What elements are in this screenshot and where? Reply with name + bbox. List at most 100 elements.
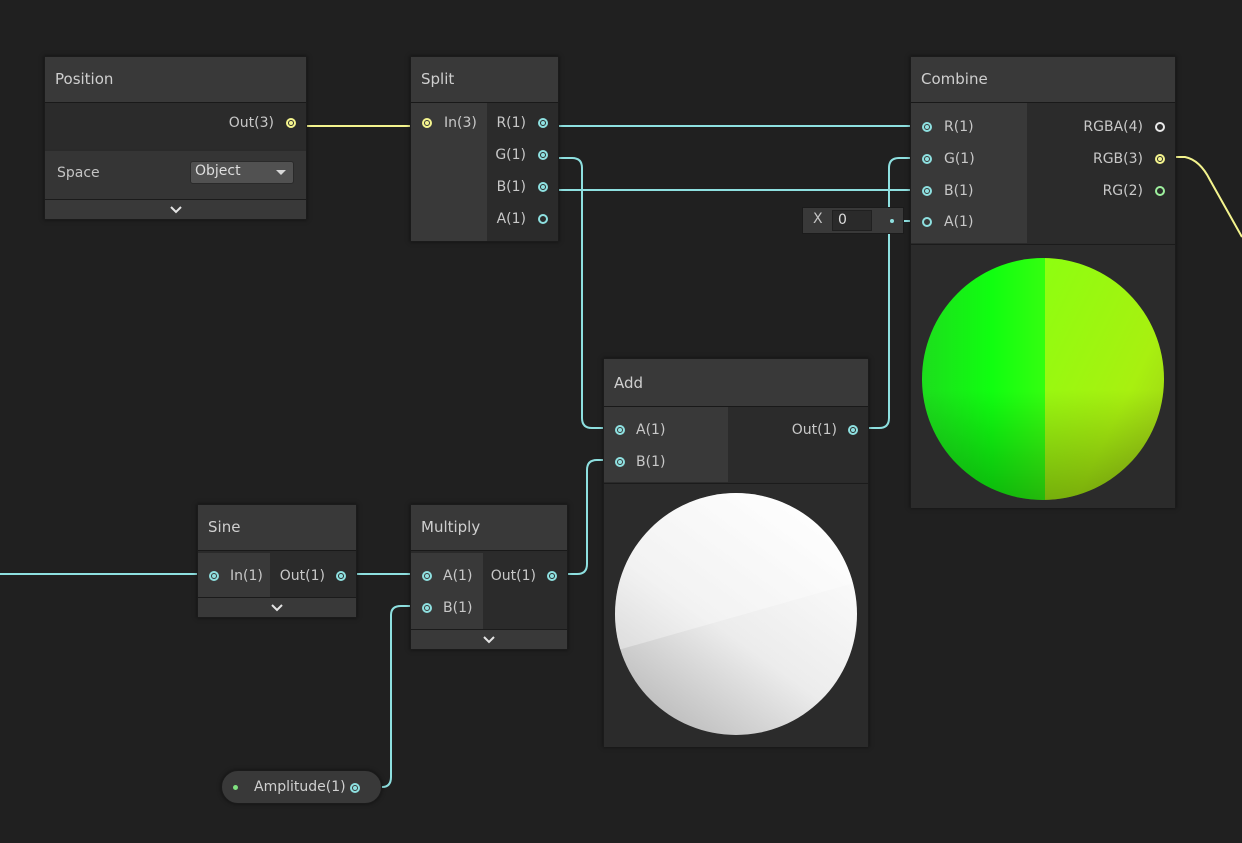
multiply-input-column: A(1) B(1) [411, 553, 483, 629]
position-out-label: Out(3) [228, 115, 274, 131]
multiply-out-label: Out(1) [490, 568, 536, 584]
sine-node[interactable]: Sine In(1) Out(1) [197, 504, 357, 618]
sine-in-port[interactable]: In(1) [198, 566, 270, 586]
multiply-in-a-port-icon[interactable] [422, 571, 432, 581]
combine-out-rgba-label: RGBA(4) [1083, 119, 1143, 135]
combine-a-default-field[interactable]: X 0 [802, 207, 904, 234]
combine-node[interactable]: Combine R(1) G(1) B(1) A(1) RGBA(4) RGB(… [910, 56, 1176, 508]
sine-expand-toggle[interactable] [198, 597, 356, 617]
split-node-title[interactable]: Split [411, 57, 558, 103]
add-preview-sphere [615, 493, 857, 735]
multiply-out-port-icon[interactable] [547, 571, 557, 581]
sine-in-label: In(1) [230, 568, 263, 584]
combine-preview [911, 244, 1175, 508]
position-out-port-icon[interactable] [286, 118, 296, 128]
default-x-connector-dot [890, 219, 894, 223]
position-output-column: Out(3) [45, 103, 306, 149]
combine-out-rg-label: RG(2) [1102, 183, 1143, 199]
add-in-b-port-icon[interactable] [615, 457, 625, 467]
add-in-b-port[interactable]: B(1) [604, 452, 704, 472]
default-x-value: 0 [838, 212, 847, 228]
split-out-a-port[interactable]: A(1) [488, 209, 558, 229]
add-out-port-icon[interactable] [848, 425, 858, 435]
add-node-title[interactable]: Add [604, 359, 868, 407]
position-out-port[interactable]: Out(3) [186, 113, 306, 133]
combine-out-rgb-label: RGB(3) [1092, 151, 1143, 167]
amplitude-property-node[interactable]: Amplitude(1) [221, 770, 382, 804]
chevron-down-icon [483, 636, 495, 644]
position-settings-area: Space Object [45, 151, 306, 199]
sine-output-column: Out(1) [270, 553, 356, 597]
combine-in-g-port-icon[interactable] [922, 154, 932, 164]
split-in-port[interactable]: In(3) [411, 113, 487, 133]
combine-in-b-label: B(1) [944, 183, 974, 199]
split-node[interactable]: Split In(3) R(1) G(1) B(1) A(1) [410, 56, 559, 242]
multiply-in-b-label: B(1) [443, 600, 473, 616]
multiply-output-column: Out(1) [483, 553, 567, 629]
multiply-node-title[interactable]: Multiply [411, 505, 567, 551]
multiply-node[interactable]: Multiply A(1) B(1) Out(1) [410, 504, 568, 650]
add-in-a-port[interactable]: A(1) [604, 420, 704, 440]
split-in-port-icon[interactable] [422, 118, 432, 128]
chevron-down-icon [276, 170, 286, 175]
add-out-label: Out(1) [791, 422, 837, 438]
amplitude-out-port-icon[interactable] [350, 783, 360, 793]
combine-node-title[interactable]: Combine [911, 57, 1175, 103]
sine-node-title[interactable]: Sine [198, 505, 356, 551]
combine-in-r-port[interactable]: R(1) [911, 117, 1011, 137]
sine-in-port-icon[interactable] [209, 571, 219, 581]
combine-out-rgba-port[interactable]: RGBA(4) [1035, 117, 1175, 137]
add-out-port[interactable]: Out(1) [748, 420, 868, 440]
space-dropdown-value: Object [195, 163, 241, 179]
split-out-g-port-icon[interactable] [538, 150, 548, 160]
sine-input-column: In(1) [198, 553, 270, 597]
split-out-b-port-icon[interactable] [538, 182, 548, 192]
split-out-r-port[interactable]: R(1) [488, 113, 558, 133]
position-node-title[interactable]: Position [45, 57, 306, 103]
combine-out-rg-port[interactable]: RG(2) [1035, 181, 1175, 201]
combine-in-r-port-icon[interactable] [922, 122, 932, 132]
combine-in-g-label: G(1) [944, 151, 975, 167]
multiply-in-b-port[interactable]: B(1) [411, 598, 483, 618]
split-out-g-port[interactable]: G(1) [488, 145, 558, 165]
split-out-r-label: R(1) [496, 115, 526, 131]
sine-out-port[interactable]: Out(1) [270, 566, 356, 586]
add-in-b-label: B(1) [636, 454, 666, 470]
combine-in-g-port[interactable]: G(1) [911, 149, 1011, 169]
split-input-column: In(3) [411, 103, 487, 241]
add-in-a-port-icon[interactable] [615, 425, 625, 435]
default-x-label: X [813, 211, 823, 227]
multiply-expand-toggle[interactable] [411, 629, 567, 649]
sine-out-port-icon[interactable] [336, 571, 346, 581]
split-in-label: In(3) [444, 115, 477, 131]
combine-in-a-port[interactable]: A(1) [911, 212, 1011, 232]
combine-out-rgba-port-icon[interactable] [1155, 122, 1165, 132]
split-out-b-port[interactable]: B(1) [488, 177, 558, 197]
combine-output-column: RGBA(4) RGB(3) RG(2) [1027, 103, 1175, 243]
default-x-input[interactable]: 0 [832, 210, 872, 231]
multiply-in-a-port[interactable]: A(1) [411, 566, 483, 586]
add-node[interactable]: Add A(1) B(1) Out(1) [603, 358, 869, 747]
position-node[interactable]: Position Out(3) Space Object [44, 56, 307, 220]
multiply-out-port[interactable]: Out(1) [483, 566, 567, 586]
combine-in-b-port[interactable]: B(1) [911, 181, 1011, 201]
space-dropdown[interactable]: Object [190, 161, 294, 184]
amplitude-label: Amplitude(1) [254, 779, 346, 795]
split-out-b-label: B(1) [496, 179, 526, 195]
split-out-g-label: G(1) [495, 147, 526, 163]
combine-in-a-label: A(1) [944, 214, 974, 230]
combine-preview-sphere [922, 258, 1164, 500]
combine-in-b-port-icon[interactable] [922, 186, 932, 196]
space-label: Space [57, 165, 100, 181]
combine-in-r-label: R(1) [944, 119, 974, 135]
add-in-a-label: A(1) [636, 422, 666, 438]
split-out-a-port-icon[interactable] [538, 214, 548, 224]
multiply-in-b-port-icon[interactable] [422, 603, 432, 613]
position-expand-toggle[interactable] [45, 199, 306, 219]
combine-out-rgb-port-icon[interactable] [1155, 154, 1165, 164]
split-out-r-port-icon[interactable] [538, 118, 548, 128]
chevron-down-icon [271, 604, 283, 612]
combine-in-a-port-icon[interactable] [922, 217, 932, 227]
combine-out-rgb-port[interactable]: RGB(3) [1035, 149, 1175, 169]
combine-out-rg-port-icon[interactable] [1155, 186, 1165, 196]
